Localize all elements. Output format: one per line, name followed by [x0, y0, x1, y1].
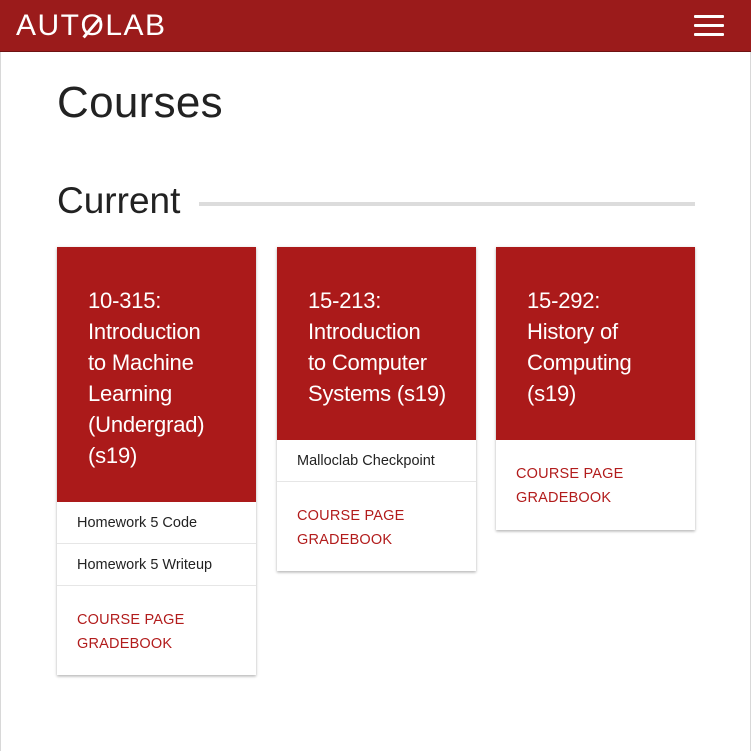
course-page-link[interactable]: COURSE PAGE — [297, 504, 476, 528]
section-header-current: Current — [57, 180, 695, 226]
course-title-line: to Computer — [308, 350, 427, 375]
course-title-line: to Machine — [88, 350, 194, 375]
course-card-links: COURSE PAGE GRADEBOOK — [277, 482, 476, 571]
brand-text-end: LAB — [105, 9, 167, 42]
menu-bar-line — [694, 15, 724, 18]
course-page-link[interactable]: COURSE PAGE — [516, 462, 695, 486]
course-page-link[interactable]: COURSE PAGE — [77, 608, 256, 632]
course-title-line: 15-213: — [308, 288, 382, 313]
gradebook-link[interactable]: GRADEBOOK — [77, 632, 256, 656]
gradebook-link[interactable]: GRADEBOOK — [297, 528, 476, 552]
gradebook-link[interactable]: GRADEBOOK — [516, 486, 695, 510]
course-title-line: Systems (s19) — [308, 381, 446, 406]
course-card-header[interactable]: 15-292: History of Computing (s19) — [496, 247, 695, 440]
course-card-header[interactable]: 15-213: Introduction to Computer Systems… — [277, 247, 476, 440]
section-title: Current — [57, 180, 181, 221]
course-title-line: Introduction — [308, 319, 421, 344]
course-card: 15-213: Introduction to Computer Systems… — [277, 247, 476, 571]
hamburger-menu-icon[interactable] — [694, 15, 724, 37]
course-title-line: (Undergrad) — [88, 412, 205, 437]
course-title-line: (s19) — [88, 443, 138, 468]
course-card: 10-315: Introduction to Machine Learning… — [57, 247, 256, 675]
course-card-links: COURSE PAGE GRADEBOOK — [57, 586, 256, 675]
course-title-line: Introduction — [88, 319, 201, 344]
brand-text-slashed-o: O — [80, 9, 106, 42]
menu-bar-line — [694, 33, 724, 36]
course-title-line: History of — [527, 319, 618, 344]
page-title: Courses — [57, 78, 223, 127]
assessment-link[interactable]: Malloclab Checkpoint — [277, 440, 476, 482]
top-navbar: AUT O LAB — [0, 0, 751, 52]
course-title-line: 10-315: — [88, 288, 162, 313]
course-card: 15-292: History of Computing (s19) COURS… — [496, 247, 695, 530]
section-divider — [199, 202, 695, 206]
course-title-line: Computing — [527, 350, 632, 375]
course-card-header[interactable]: 10-315: Introduction to Machine Learning… — [57, 247, 256, 502]
brand-text-start: AUT — [16, 9, 81, 42]
autolab-logo[interactable]: AUT O LAB — [16, 8, 167, 44]
assessment-link[interactable]: Homework 5 Code — [57, 502, 256, 544]
course-title-line: (s19) — [527, 381, 577, 406]
assessment-link[interactable]: Homework 5 Writeup — [57, 544, 256, 586]
course-card-links: COURSE PAGE GRADEBOOK — [496, 440, 695, 530]
course-title-line: 15-292: — [527, 288, 601, 313]
menu-bar-line — [694, 24, 724, 27]
course-title-line: Learning — [88, 381, 173, 406]
